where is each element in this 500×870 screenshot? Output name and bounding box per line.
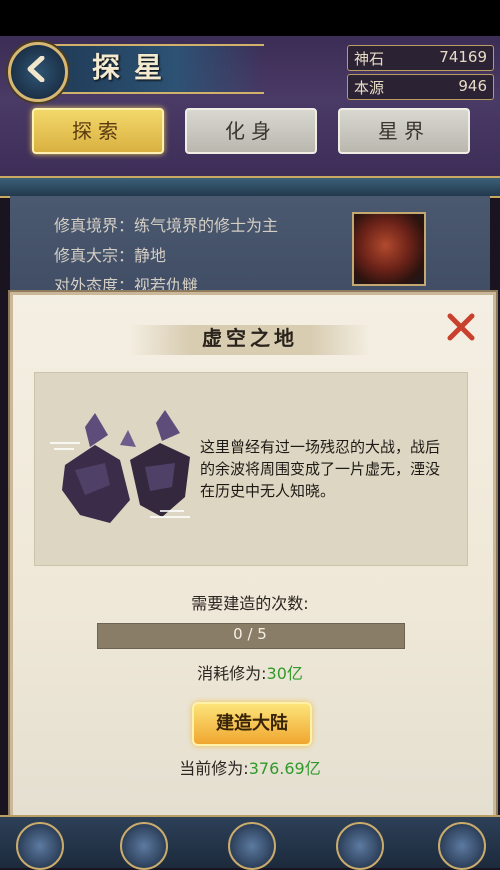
dialog-title: 虚空之地: [202, 326, 298, 350]
cost-value: 30亿: [266, 664, 303, 683]
resource-value: 74169: [439, 48, 487, 66]
close-button[interactable]: [446, 312, 476, 342]
current-cultivation-line: 当前修为:376.69亿: [0, 755, 500, 779]
status-bar: [0, 0, 500, 36]
build-progress-text: 0 / 5: [233, 625, 267, 643]
resource-label: 神石: [354, 50, 385, 68]
info-cultivation-realm: 修真境界：练气境界的修士为主: [54, 216, 279, 235]
nav-orb-icon-2[interactable]: [120, 822, 168, 870]
nav-orb-icon-5[interactable]: [438, 822, 486, 870]
info-major-sect: 修真大宗：静地: [54, 246, 167, 265]
current-value: 376.69亿: [248, 759, 321, 778]
void-land-illustration: [50, 410, 190, 523]
cost-label: 消耗修为:: [197, 664, 267, 683]
back-arrow-icon: [27, 56, 45, 82]
cost-line: 消耗修为:30亿: [0, 660, 500, 684]
tab-star-realm[interactable]: 星界: [338, 108, 470, 154]
header-divider: [0, 176, 500, 198]
nav-orb-icon-1[interactable]: [16, 822, 64, 870]
dialog-description: 这里曾经有过一场残忍的大战，战后的余波将周围变成了一片虚无，湮没在历史中无人知晓…: [200, 438, 441, 500]
close-icon: [447, 313, 475, 341]
planet-thumbnail[interactable]: [352, 212, 426, 286]
resource-shenshi: 神石 74169: [347, 45, 494, 71]
tab-explore[interactable]: 探索: [32, 108, 164, 154]
back-button[interactable]: [8, 42, 68, 102]
build-continent-button[interactable]: 建造大陆: [192, 702, 312, 746]
build-count-label: 需要建造的次数:: [191, 594, 309, 613]
resource-value: 946: [458, 77, 487, 95]
tab-avatar[interactable]: 化身: [185, 108, 317, 154]
page-title: 探星: [92, 51, 177, 84]
current-label: 当前修为:: [179, 759, 249, 778]
resource-label: 本源: [354, 79, 385, 97]
nav-orb-icon-4[interactable]: [336, 822, 384, 870]
resource-benyuan: 本源 946: [347, 74, 494, 100]
nav-orb-icon-3[interactable]: [228, 822, 276, 870]
